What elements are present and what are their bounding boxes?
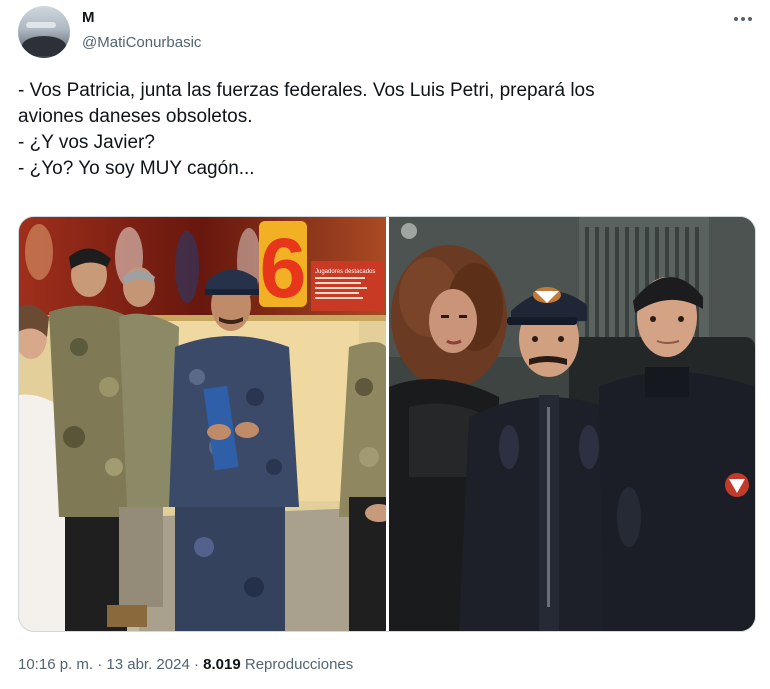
tweet-line: - ¿Y vos Javier?: [18, 132, 155, 153]
views-label: Reproducciones: [244, 656, 354, 673]
views-count: 8.019: [203, 656, 241, 673]
display-name[interactable]: M: [82, 9, 95, 26]
meta-separator-2: ·: [193, 656, 199, 673]
avatar-hill: [22, 36, 66, 56]
user-handle[interactable]: @MatiConurbasic: [82, 34, 201, 51]
more-horizontal-icon-dot: [741, 17, 745, 21]
avatar-sky: [26, 22, 56, 28]
mural-caption: Jugadores destacados: [315, 269, 375, 275]
tweet-card: M @MatiConurbasic - Vos Patricia, junta …: [0, 0, 770, 689]
mural-number: 6: [260, 221, 307, 315]
tweet-time[interactable]: 10:16 p. m.: [18, 656, 93, 673]
tweet-meta: 10:16 p. m. · 13 abr. 2024 · 8.019 Repro…: [18, 656, 353, 673]
tweet-line: - Vos Patricia, junta las fuerzas federa…: [18, 80, 595, 101]
more-options-button[interactable]: [728, 8, 758, 30]
meta-separator: ·: [97, 656, 103, 673]
photo-right[interactable]: [389, 217, 755, 631]
tweet-text: - Vos Patricia, junta las fuerzas federa…: [18, 78, 748, 182]
tweet-line: - ¿Yo? Yo soy MUY cagón...: [18, 158, 255, 179]
photo-left-scene: 6 Jugadores destacados: [19, 217, 386, 631]
more-horizontal-icon-dot: [748, 17, 752, 21]
photo-left[interactable]: 6 Jugadores destacados: [19, 217, 386, 631]
media-grid: 6 Jugadores destacados: [18, 216, 756, 632]
tweet-date[interactable]: 13 abr. 2024: [106, 656, 189, 673]
photo-right-scene: [389, 217, 755, 631]
more-horizontal-icon: [734, 17, 738, 21]
avatar[interactable]: [18, 6, 70, 58]
tweet-line: aviones daneses obsoletos.: [18, 106, 253, 127]
